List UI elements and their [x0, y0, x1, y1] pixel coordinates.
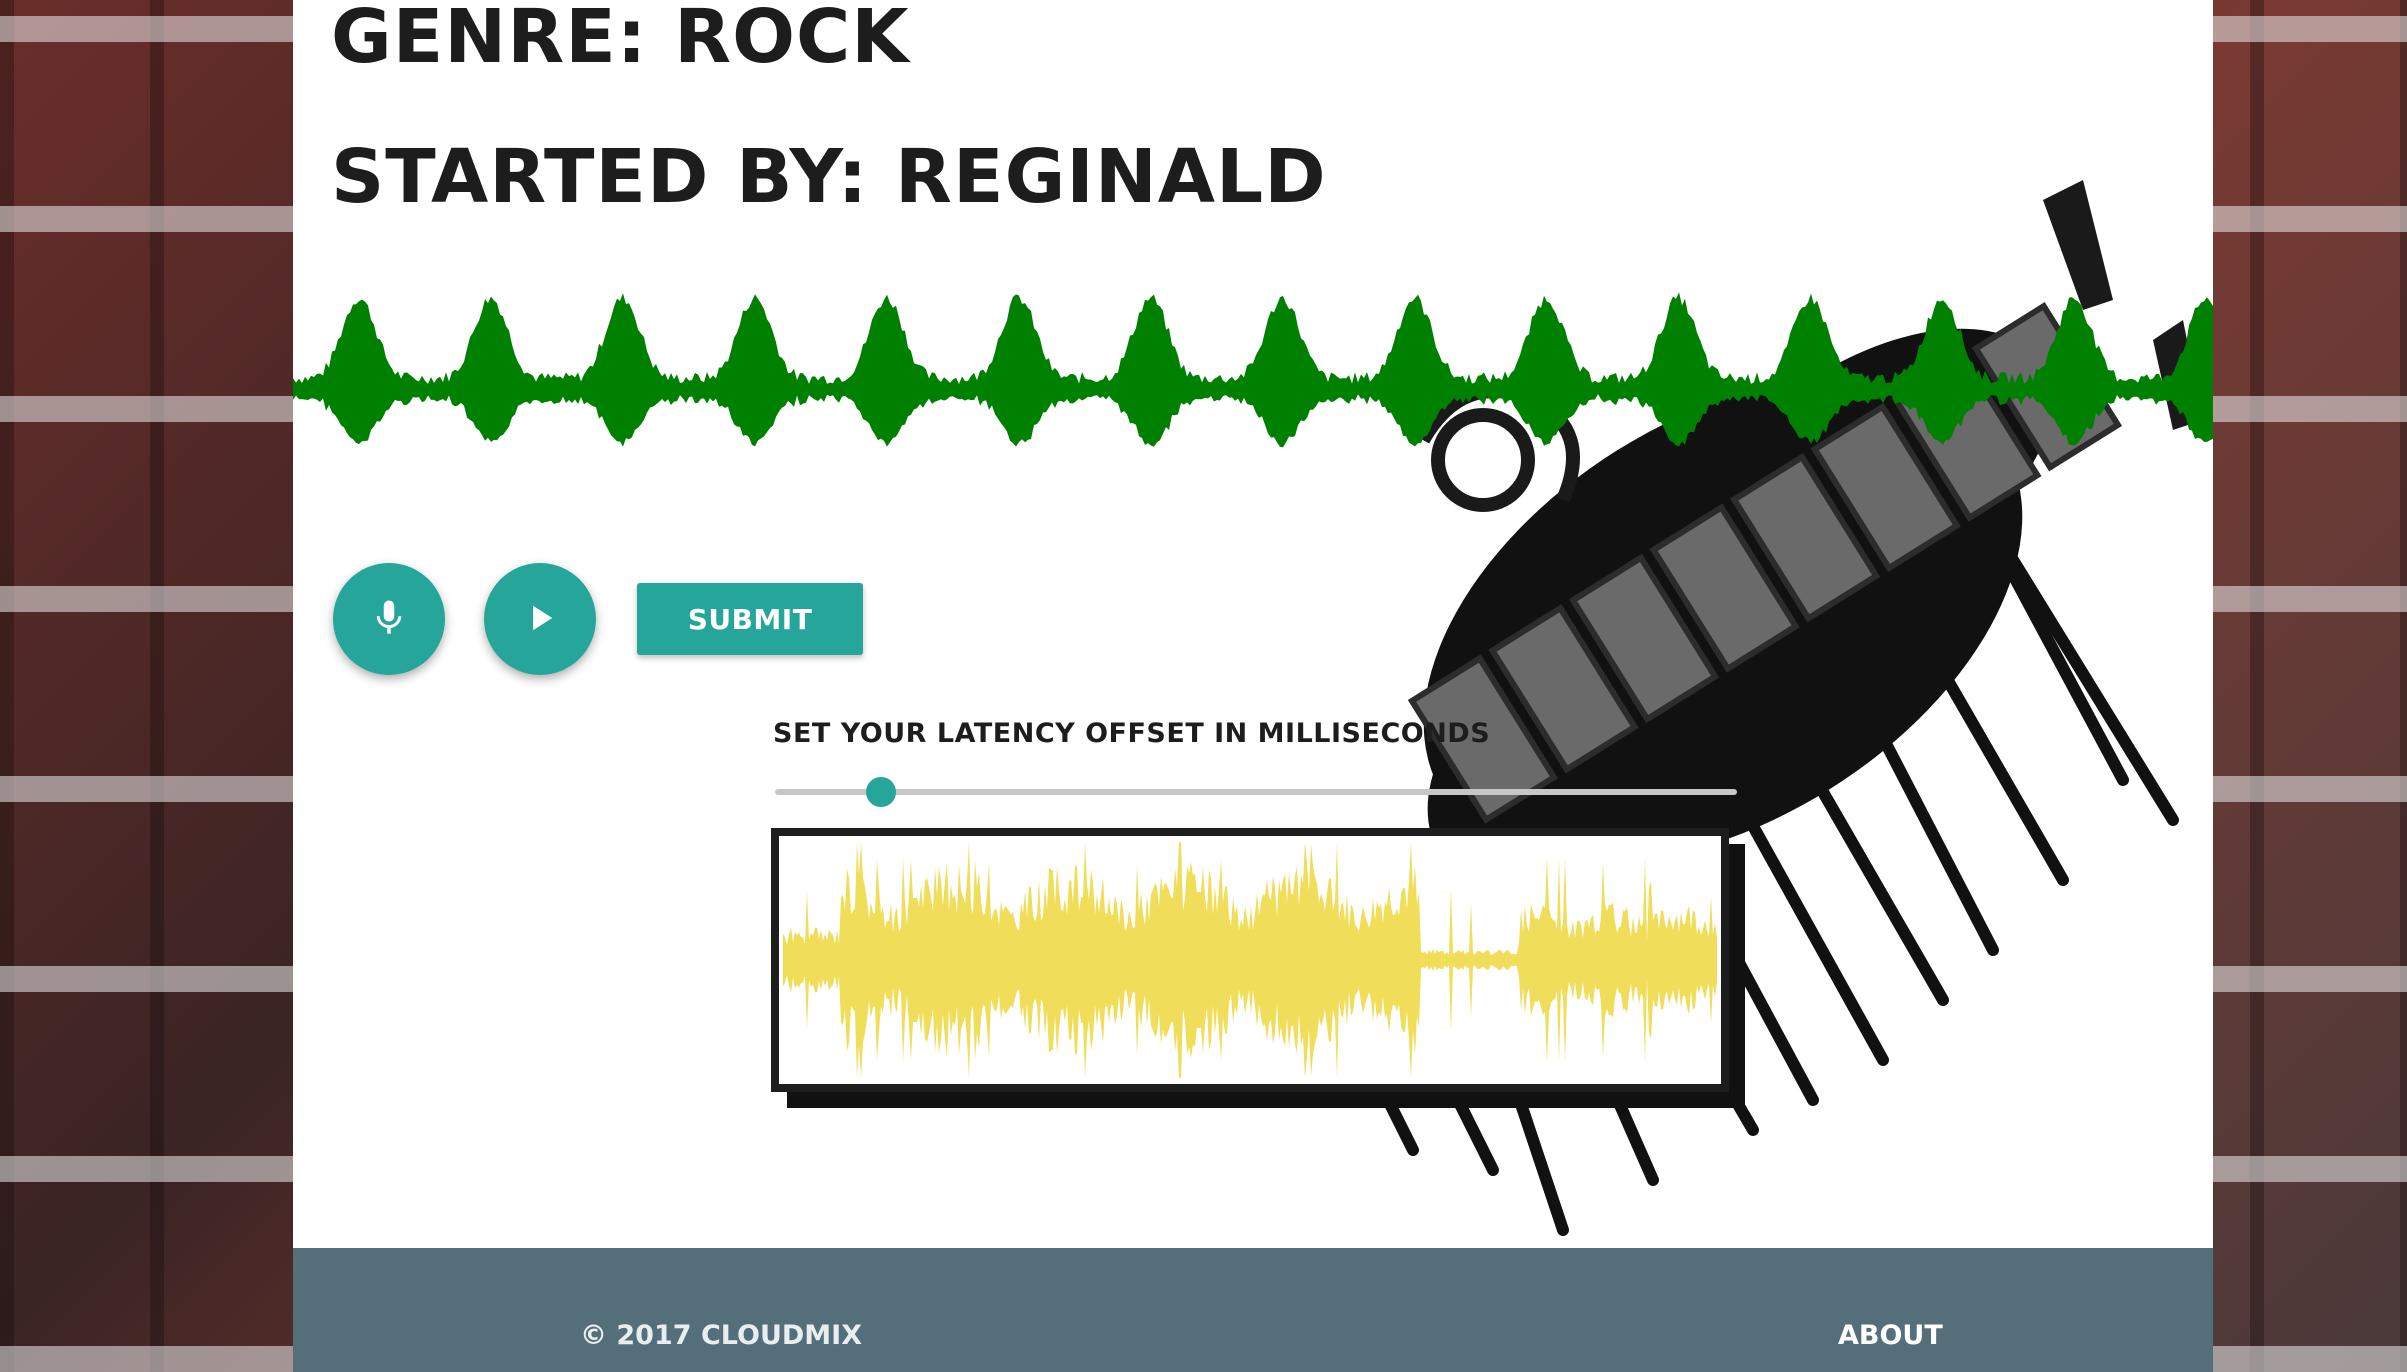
record-button[interactable] — [333, 563, 445, 675]
latency-slider-track[interactable] — [775, 789, 1737, 795]
microphone-icon — [368, 597, 410, 642]
genre-heading: Genre: Rock — [331, 0, 910, 80]
play-icon — [519, 597, 561, 642]
latency-label: Set your latency offset in milliseconds — [773, 718, 1491, 749]
main-panel: Genre: Rock Started By: Reginald — [293, 0, 2213, 1372]
play-button[interactable] — [484, 563, 596, 675]
copyright-text: © 2017 CloudMix — [580, 1320, 863, 1351]
about-link[interactable]: About — [1838, 1320, 1943, 1351]
main-waveform — [293, 292, 2213, 448]
latency-waveform — [783, 842, 1717, 1078]
submit-button[interactable]: Submit — [637, 583, 863, 655]
started-by-heading: Started By: Reginald — [331, 134, 1327, 220]
page-footer: © 2017 CloudMix About — [293, 1248, 2213, 1372]
latency-waveform-box — [771, 828, 1729, 1092]
latency-slider-thumb[interactable] — [865, 777, 896, 807]
